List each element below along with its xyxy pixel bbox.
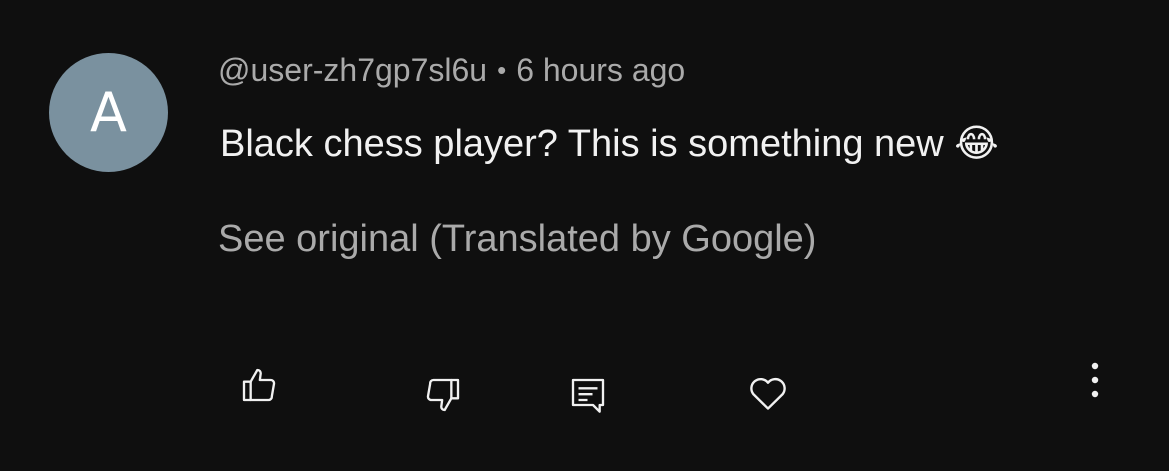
more-vertical-icon <box>1089 360 1101 400</box>
reply-button[interactable] <box>563 370 613 420</box>
like-button[interactable] <box>234 360 284 410</box>
reply-icon <box>568 375 608 415</box>
comment-header: @user-zh7gp7sl6u • 6 hours ago <box>218 52 685 89</box>
avatar-letter: A <box>90 81 127 144</box>
thumbs-up-icon <box>239 365 279 405</box>
dislike-button[interactable] <box>418 370 468 420</box>
heart-icon <box>746 371 790 415</box>
see-original-link[interactable]: See original (Translated by Google) <box>218 218 816 261</box>
thumbs-down-icon <box>423 375 463 415</box>
timestamp[interactable]: 6 hours ago <box>516 52 685 88</box>
heart-button[interactable] <box>743 368 793 418</box>
more-options-button[interactable] <box>1070 355 1120 405</box>
avatar[interactable]: A <box>49 53 168 172</box>
author-name[interactable]: @user-zh7gp7sl6u <box>218 52 487 88</box>
comment-card: A @user-zh7gp7sl6u • 6 hours ago Black che… <box>0 0 1169 471</box>
comment-text: Black chess player? This is something ne… <box>220 123 999 165</box>
header-separator: • <box>497 55 507 85</box>
